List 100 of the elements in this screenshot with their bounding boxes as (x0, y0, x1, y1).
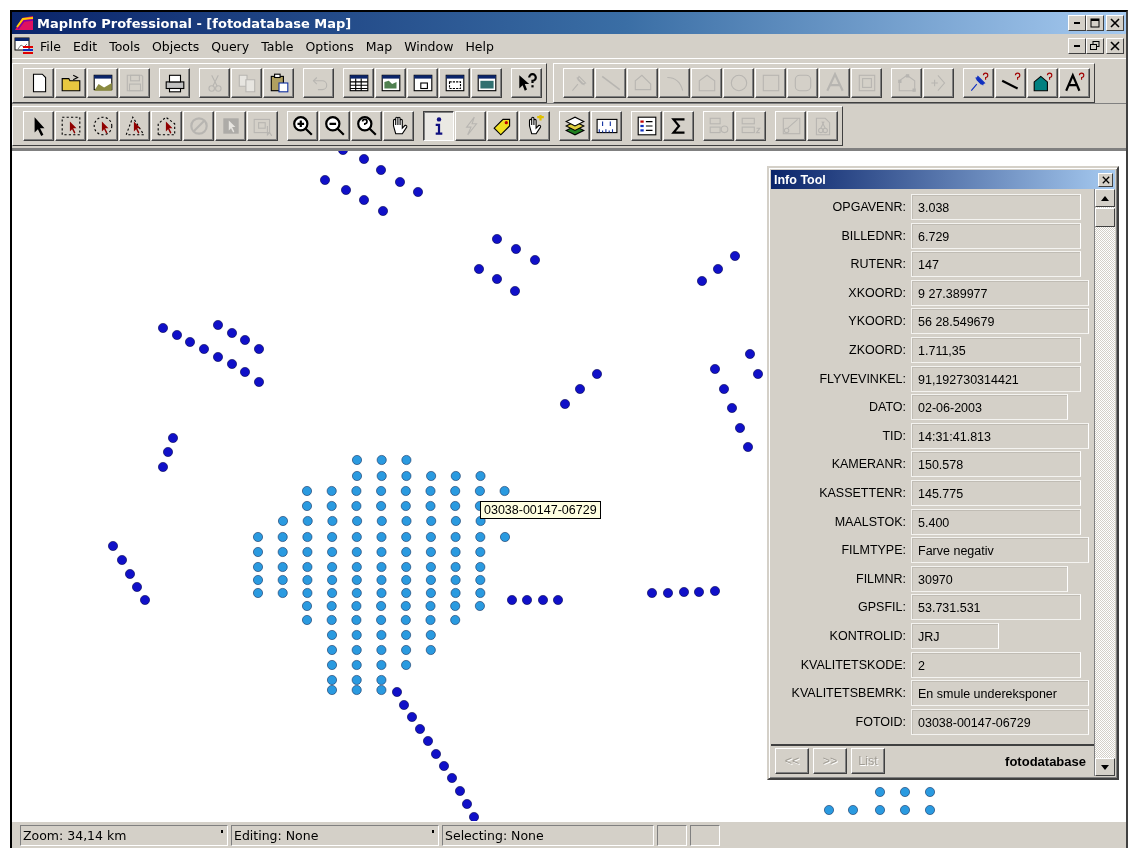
field-label: KONTROLID: (828, 628, 907, 643)
hand-button[interactable] (383, 111, 414, 141)
menu-item[interactable]: Tools (103, 36, 146, 56)
value-field[interactable]: 147 (911, 251, 1081, 278)
change-view-button[interactable] (351, 111, 382, 141)
region-style-button[interactable] (1027, 68, 1058, 98)
menu-item[interactable]: Window (398, 36, 460, 56)
map-point (359, 154, 369, 164)
minimize-button[interactable] (1068, 38, 1086, 54)
value-field[interactable]: JRJ (911, 622, 999, 649)
field-label: FOTOID: (854, 714, 907, 729)
status-pane (657, 824, 687, 846)
label-tag-button[interactable] (487, 111, 518, 141)
boundary-select-button[interactable] (151, 111, 182, 141)
map-point (163, 447, 173, 457)
scroll-up-button[interactable] (1095, 189, 1115, 207)
map-point (492, 274, 502, 284)
field-label: DATO: (867, 400, 907, 415)
menu-item[interactable]: Table (255, 36, 300, 56)
map-point (327, 547, 337, 557)
folder-button[interactable] (55, 68, 86, 98)
value-field[interactable]: 53.731.531 (911, 594, 1081, 621)
map-point (351, 630, 362, 640)
value-field[interactable]: 02-06-2003 (911, 394, 1068, 421)
value-field[interactable]: 145.775 (911, 479, 1081, 506)
map-point (352, 516, 362, 526)
map-point (426, 562, 436, 572)
value-field[interactable]: 150.578 (911, 451, 1081, 478)
scrollbar[interactable] (1095, 189, 1115, 776)
map-canvas[interactable] (12, 149, 1126, 821)
zoom-out-button[interactable] (319, 111, 350, 141)
menu-item[interactable]: Map (359, 36, 399, 56)
value-field[interactable]: 2 (911, 651, 1081, 678)
radius-select-button[interactable] (87, 111, 118, 141)
clipboard-button[interactable] (263, 68, 294, 98)
maximize-button[interactable] (1086, 15, 1104, 31)
minimize-button[interactable] (1068, 15, 1086, 31)
printer-button[interactable] (159, 68, 190, 98)
restore-icon (1090, 41, 1100, 51)
workspace-button[interactable] (87, 68, 118, 98)
map-point (117, 555, 127, 565)
polygon-select-button[interactable] (119, 111, 150, 141)
value-field[interactable]: 9 27.389977 (911, 279, 1089, 306)
map-point (475, 588, 486, 598)
marquee-select-button[interactable] (55, 111, 86, 141)
menu-item[interactable]: Help (459, 36, 500, 56)
arrow-button[interactable] (23, 111, 54, 141)
close-button[interactable] (1106, 15, 1124, 31)
map-point (185, 337, 195, 347)
map-point (302, 575, 313, 585)
map-point (475, 516, 486, 526)
map-point (510, 286, 520, 296)
legend-button[interactable] (631, 111, 662, 141)
value-field[interactable]: En smule undereksponer (911, 680, 1089, 707)
graph-window-button[interactable] (407, 68, 438, 98)
reshape-icon (895, 72, 918, 94)
value-field[interactable]: 6.729 (911, 222, 1081, 249)
menu-item[interactable]: Query (205, 36, 256, 56)
value-field[interactable]: 1.711,35 (911, 336, 1081, 363)
ruler-button[interactable] (591, 111, 622, 141)
value-field[interactable]: Farve negativ (911, 537, 1089, 564)
menu-item[interactable]: Options (299, 36, 360, 56)
menu-item[interactable]: Edit (66, 36, 104, 56)
map-window-button[interactable] (375, 68, 406, 98)
menu-item[interactable]: File (34, 36, 67, 56)
layout-window-button[interactable] (439, 68, 470, 98)
sigma-button[interactable] (663, 111, 694, 141)
close-button[interactable] (1106, 38, 1124, 54)
map-point (469, 812, 479, 821)
scroll-down-button[interactable] (1095, 758, 1115, 776)
line-style-button[interactable] (995, 68, 1026, 98)
scroll-thumb[interactable] (1095, 208, 1115, 227)
redistrict-window-button[interactable] (471, 68, 502, 98)
map-point (530, 255, 540, 265)
value-field[interactable]: 5.400 (911, 508, 1081, 535)
value-field[interactable]: 14:31:41.813 (911, 422, 1089, 449)
map-point (475, 471, 486, 481)
value-field[interactable]: 30970 (911, 565, 1068, 592)
map-point (376, 486, 386, 496)
menu-item[interactable]: Objects (145, 36, 206, 56)
text-style-button[interactable] (1059, 68, 1090, 98)
value-field[interactable]: 03038-00147-06729 (911, 708, 1089, 735)
map-point (553, 595, 563, 605)
pointer-help-button[interactable] (511, 68, 542, 98)
close-button[interactable] (1098, 172, 1113, 187)
map-point (401, 547, 412, 557)
drag-hand-button[interactable] (519, 111, 550, 141)
blank-page-button[interactable] (23, 68, 54, 98)
value-field[interactable]: 91,192730314421 (911, 365, 1081, 392)
map-point (341, 185, 351, 195)
value-field[interactable]: 3.038 (911, 194, 1081, 220)
zoom-in-button[interactable] (287, 111, 318, 141)
info-button[interactable] (423, 111, 454, 141)
pin-style-button[interactable] (963, 68, 994, 98)
restore-button[interactable] (1086, 38, 1104, 54)
status-text: Selecting: None (445, 827, 545, 843)
value-field[interactable]: 56 28.549679 (911, 308, 1089, 335)
map-point (450, 575, 461, 585)
table-window-button[interactable] (343, 68, 374, 98)
layers-button[interactable] (559, 111, 590, 141)
